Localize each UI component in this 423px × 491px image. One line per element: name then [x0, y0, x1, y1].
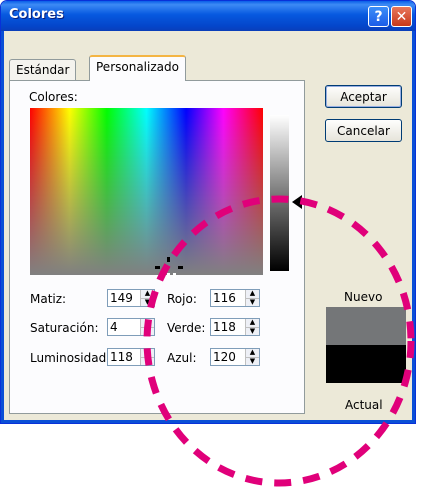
- spin-down-icon[interactable]: ▼: [141, 357, 154, 365]
- saturation-spinner[interactable]: ▲ ▼: [140, 319, 154, 335]
- luminosity-spinner[interactable]: ▲ ▼: [140, 349, 154, 365]
- red-value[interactable]: 116: [211, 290, 245, 306]
- blue-label: Azul:: [167, 351, 197, 365]
- hue-field[interactable]: 149 ▲ ▼: [107, 289, 155, 307]
- hue-value[interactable]: 149: [108, 290, 140, 306]
- color-dialog: Colores ? ✕ Estándar Personalizado Color…: [0, 0, 416, 424]
- new-color-swatch: [326, 307, 406, 345]
- spin-down-icon[interactable]: ▼: [141, 298, 154, 306]
- spin-down-icon[interactable]: ▼: [141, 327, 154, 335]
- colors-label: Colores:: [29, 90, 78, 104]
- luminosity-value[interactable]: 118: [108, 349, 140, 365]
- blue-field[interactable]: 120 ▲ ▼: [210, 348, 260, 366]
- hue-spinner[interactable]: ▲ ▼: [140, 290, 154, 306]
- green-label: Verde:: [167, 321, 206, 335]
- luminosity-field[interactable]: 118 ▲ ▼: [107, 348, 155, 366]
- saturation-label: Saturación:: [30, 321, 99, 335]
- window-title: Colores: [9, 7, 64, 22]
- green-value[interactable]: 118: [211, 319, 245, 335]
- red-label: Rojo:: [167, 292, 197, 306]
- crosshair-icon[interactable]: [155, 257, 183, 279]
- window-border-left: [1, 31, 4, 423]
- title-bar[interactable]: Colores ? ✕: [1, 1, 415, 31]
- red-field[interactable]: 116 ▲ ▼: [210, 289, 260, 307]
- saturation-value[interactable]: 4: [108, 319, 140, 335]
- hue-label: Matiz:: [30, 292, 67, 306]
- spin-down-icon[interactable]: ▼: [246, 327, 259, 335]
- blue-value[interactable]: 120: [211, 349, 245, 365]
- window-border-right: [412, 31, 415, 423]
- close-icon[interactable]: ✕: [391, 6, 412, 27]
- help-icon[interactable]: ?: [368, 6, 389, 27]
- cancel-button[interactable]: Cancelar: [325, 119, 402, 142]
- blue-spinner[interactable]: ▲ ▼: [245, 349, 259, 365]
- spin-down-icon[interactable]: ▼: [246, 298, 259, 306]
- green-spinner[interactable]: ▲ ▼: [245, 319, 259, 335]
- color-spectrum[interactable]: [30, 108, 263, 275]
- current-color-swatch: [326, 345, 406, 383]
- accept-button[interactable]: Aceptar: [325, 85, 402, 108]
- saturation-field[interactable]: 4 ▲ ▼: [107, 318, 155, 336]
- green-field[interactable]: 118 ▲ ▼: [210, 318, 260, 336]
- window-border-bottom: [1, 420, 415, 423]
- tab-custom[interactable]: Personalizado: [89, 55, 186, 81]
- luminosity-slider[interactable]: [270, 115, 289, 271]
- current-color-label: Actual: [345, 398, 383, 412]
- triangle-left-icon[interactable]: [292, 195, 302, 209]
- luminosity-label: Luminosidad:: [30, 351, 111, 365]
- red-spinner[interactable]: ▲ ▼: [245, 290, 259, 306]
- spin-down-icon[interactable]: ▼: [246, 357, 259, 365]
- tab-standard[interactable]: Estándar: [9, 59, 77, 81]
- new-color-label: Nuevo: [344, 290, 383, 304]
